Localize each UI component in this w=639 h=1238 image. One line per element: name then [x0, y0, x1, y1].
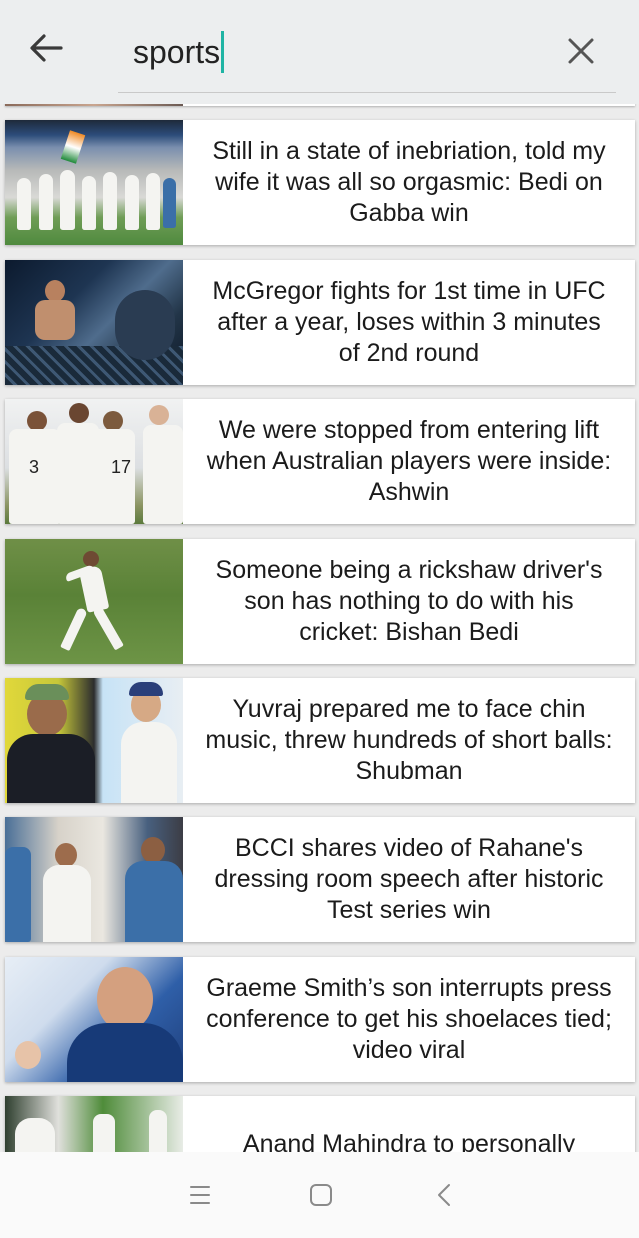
result-card[interactable]: Someone being a rickshaw driver's son ha… [5, 539, 635, 664]
results-list: Still in a state of inebriation, told my… [0, 104, 639, 1152]
result-headline: Yuvraj prepared me to face chin music, t… [205, 695, 613, 785]
result-thumbnail [5, 260, 183, 385]
result-card[interactable]: BCCI shares video of Rahane's dressing r… [5, 817, 635, 942]
search-bar: sports [0, 0, 639, 104]
clear-search-button[interactable] [558, 28, 604, 74]
result-thumbnail [5, 817, 183, 942]
search-input[interactable]: sports [133, 31, 225, 73]
result-thumbnail: 3 17 [5, 399, 183, 524]
recent-apps-button[interactable] [177, 1172, 223, 1218]
nav-back-button[interactable] [421, 1172, 467, 1218]
menu-lines-icon [190, 1186, 210, 1204]
result-thumbnail [5, 120, 183, 245]
result-card[interactable]: McGregor fights for 1st time in UFC afte… [5, 260, 635, 385]
result-card[interactable]: Still in a state of inebriation, told my… [5, 120, 635, 245]
partial-result-card[interactable] [5, 104, 635, 106]
text-cursor [221, 31, 225, 73]
result-card[interactable]: Yuvraj prepared me to face chin music, t… [5, 678, 635, 803]
result-headline: Someone being a rickshaw driver's son ha… [215, 556, 603, 646]
system-nav-bar [0, 1152, 639, 1238]
result-thumbnail [5, 104, 183, 106]
result-card[interactable]: Graeme Smith’s son interrupts press conf… [5, 957, 635, 1082]
result-headline: Anand Mahindra to personally [242, 1130, 576, 1152]
result-headline: Still in a state of inebriation, told my… [212, 137, 606, 227]
chevron-left-icon [438, 1184, 450, 1206]
result-card[interactable]: Anand Mahindra to personally [5, 1096, 635, 1152]
search-query: sports [133, 34, 221, 70]
result-headline: BCCI shares video of Rahane's dressing r… [214, 834, 604, 924]
result-headline: McGregor fights for 1st time in UFC afte… [212, 277, 606, 367]
search-underline [118, 92, 616, 93]
result-card[interactable]: 3 17 We were stopped from entering lift … [5, 399, 635, 524]
home-button[interactable] [298, 1172, 344, 1218]
result-thumbnail [5, 539, 183, 664]
arrow-left-icon [30, 34, 63, 62]
result-headline: We were stopped from entering lift when … [206, 416, 612, 506]
result-thumbnail [5, 678, 183, 803]
result-thumbnail [5, 957, 183, 1082]
result-headline: Graeme Smith’s son interrupts press conf… [206, 974, 612, 1064]
result-thumbnail [5, 1096, 183, 1152]
home-square-icon [310, 1184, 332, 1206]
back-button[interactable] [22, 24, 70, 72]
close-icon [568, 38, 594, 64]
